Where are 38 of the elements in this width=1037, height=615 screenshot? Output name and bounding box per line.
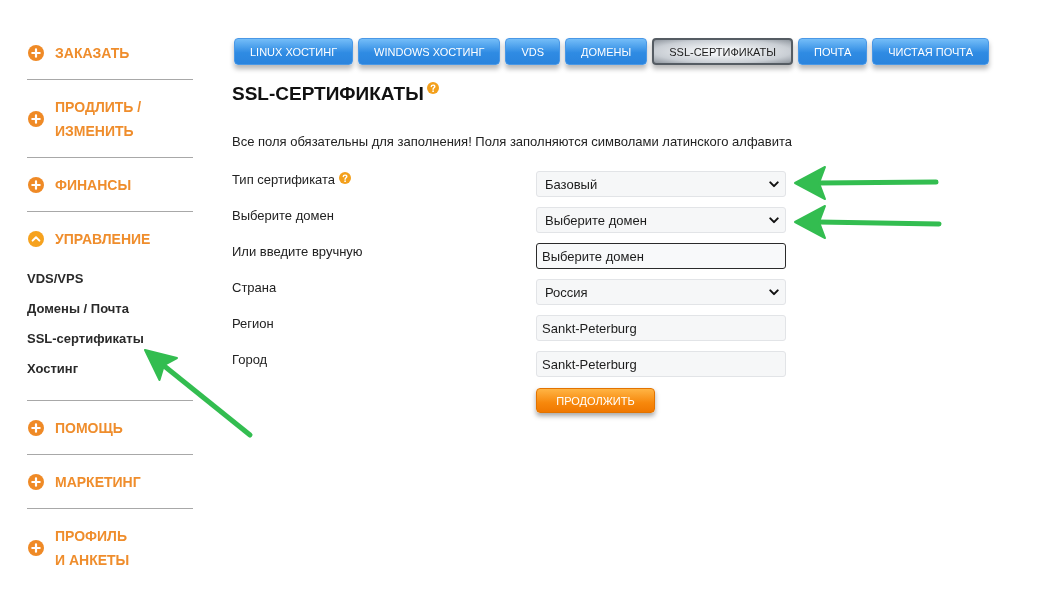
nav-tab[interactable]: WINDOWS ХОСТИНГ: [358, 38, 501, 65]
nav-tab[interactable]: ЧИСТАЯ ПОЧТА: [872, 38, 990, 65]
sidebar-subitem[interactable]: VDS/VPS: [27, 264, 84, 294]
nav-tab[interactable]: LINUX ХОСТИНГ: [234, 38, 354, 65]
nav-tab[interactable]: VDS: [505, 38, 560, 65]
sidebar-item[interactable]: ЗАКАЗАТЬ: [27, 41, 130, 65]
sidebar-item[interactable]: МАРКЕТИНГ: [27, 470, 141, 494]
sidebar-item[interactable]: ПРОФИЛЬ И АНКЕТЫ: [27, 524, 130, 572]
chevron-down-icon: [769, 180, 779, 188]
sidebar-item[interactable]: ПРОДЛИТЬ / ИЗМЕНИТЬ: [27, 95, 142, 143]
text-field[interactable]: Выберите домен: [536, 243, 786, 269]
sidebar-item[interactable]: УПРАВЛЕНИЕ: [27, 227, 151, 251]
field-label: Регион: [232, 315, 274, 333]
help-icon[interactable]: [339, 172, 352, 184]
dropdown-field[interactable]: Выберите домен: [536, 207, 786, 233]
sidebar-subitem[interactable]: Домены / Почта: [27, 294, 129, 324]
form-note: Все поля обязательны для заполнения! Поля заполняются символами латинского алфавита: [232, 133, 793, 151]
sidebar-subitem[interactable]: SSL-сертификаты: [27, 324, 144, 354]
text-field[interactable]: Sankt-Peterburg: [536, 315, 786, 341]
dropdown-field[interactable]: Россия: [536, 279, 786, 305]
sidebar-subitem[interactable]: Хостинг: [27, 354, 79, 384]
field-label: Выберите домен: [232, 207, 334, 225]
nav-tab[interactable]: SSL-СЕРТИФИКАТЫ: [652, 38, 794, 65]
continue-button[interactable]: ПРОДОЛЖИТЬ: [536, 388, 655, 413]
sidebar-item[interactable]: ФИНАНСЫ: [27, 173, 132, 197]
field-label: Или введите вручную: [232, 243, 363, 261]
sidebar-item[interactable]: ПОМОЩЬ: [27, 416, 123, 440]
chevron-down-icon: [769, 216, 779, 224]
page-title: SSL-СЕРТИФИКАТЫ: [232, 82, 424, 106]
field-label: Тип сертификата: [232, 171, 336, 189]
help-icon[interactable]: [426, 82, 439, 94]
chevron-down-icon: [769, 288, 779, 296]
field-label: Город: [232, 351, 268, 369]
dropdown-field[interactable]: Базовый: [536, 171, 786, 197]
nav-tab[interactable]: ДОМЕНЫ: [565, 38, 648, 65]
nav-tab[interactable]: ПОЧТА: [798, 38, 868, 65]
field-label: Страна: [232, 279, 277, 297]
text-field[interactable]: Sankt-Peterburg: [536, 351, 786, 377]
